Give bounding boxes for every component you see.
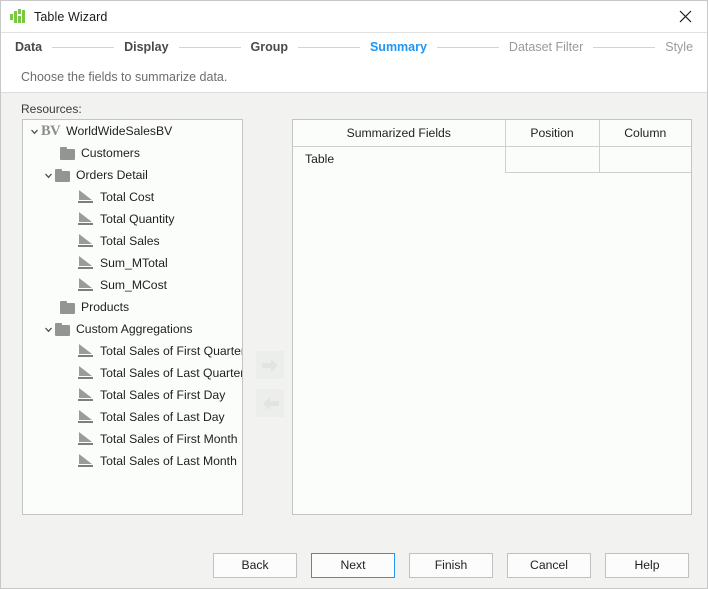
tree-item-label: Products [81, 300, 129, 314]
step-connector [593, 47, 655, 48]
tree-item-label: Total Cost [100, 190, 154, 204]
tree-item-label: Sum_MTotal [100, 256, 168, 270]
page-subtitle: Choose the fields to summarize data. [21, 70, 227, 84]
aggregation-icon [78, 212, 94, 226]
step-style[interactable]: Style [665, 40, 693, 54]
step-group[interactable]: Group [251, 40, 289, 54]
table-header-row: Summarized Fields Position Column [293, 120, 691, 146]
chevron-down-icon[interactable] [42, 318, 55, 340]
tree-item-worldwidesalesbv[interactable]: BV WorldWideSalesBV [23, 120, 242, 142]
tree-item-label: Total Sales [100, 234, 160, 248]
next-button[interactable]: Next [311, 553, 395, 578]
wizard-steps-bar: Data Display Group Summary Dataset Filte… [1, 33, 707, 61]
folder-icon [60, 301, 75, 314]
close-icon[interactable] [663, 1, 707, 32]
add-field-button[interactable] [256, 351, 284, 379]
tree-item-total-sales-of-first-month[interactable]: Total Sales of First Month [23, 428, 242, 450]
resources-tree[interactable]: BV WorldWideSalesBV Customers Orders Det… [22, 119, 243, 515]
tree-item-total-sales-of-first-quarter[interactable]: Total Sales of First Quarter [23, 340, 242, 362]
back-button[interactable]: Back [213, 553, 297, 578]
window-title: Table Wizard [34, 10, 107, 24]
resources-label: Resources: [21, 102, 82, 116]
arrow-left-icon [262, 396, 279, 411]
step-connector [298, 47, 360, 48]
tree-item-total-sales-of-last-day[interactable]: Total Sales of Last Day [23, 406, 242, 428]
chevron-down-icon[interactable] [42, 164, 55, 186]
tree-item-label: Total Sales of Last Quarter [100, 366, 243, 380]
chevron-down-icon[interactable] [28, 120, 41, 142]
aggregation-icon [78, 256, 94, 270]
column-header-summarized-fields[interactable]: Summarized Fields [293, 120, 505, 146]
cancel-button[interactable]: Cancel [507, 553, 591, 578]
tree-item-orders-detail[interactable]: Orders Detail [23, 164, 242, 186]
aggregation-icon [78, 366, 94, 380]
remove-field-button[interactable] [256, 389, 284, 417]
step-data[interactable]: Data [15, 40, 42, 54]
step-display[interactable]: Display [124, 40, 168, 54]
step-summary[interactable]: Summary [370, 40, 427, 54]
business-view-icon: BV [41, 123, 60, 140]
table-wizard-window: Table Wizard Data Display Group Summary … [0, 0, 708, 589]
tree-item-label: Total Sales of First Quarter [100, 344, 243, 358]
tree-item-label: Custom Aggregations [76, 322, 193, 336]
summarized-fields-panel[interactable]: Summarized Fields Position Column Table [292, 119, 692, 515]
tree-item-sum-mtotal[interactable]: Sum_MTotal [23, 252, 242, 274]
arrow-right-icon [262, 358, 279, 373]
folder-icon [60, 147, 75, 160]
cell-column[interactable] [599, 146, 691, 172]
tree-item-label: Total Quantity [100, 212, 175, 226]
title-bar: Table Wizard [1, 1, 707, 32]
tree-item-total-sales-of-last-month[interactable]: Total Sales of Last Month [23, 450, 242, 472]
wizard-body: Resources: BV WorldWideSalesBV Customers… [1, 93, 707, 542]
footer-buttons: Back Next Finish Cancel Help [1, 542, 707, 588]
aggregation-icon [78, 190, 94, 204]
summarized-fields-table: Summarized Fields Position Column Table [293, 120, 692, 173]
aggregation-icon [78, 454, 94, 468]
aggregation-icon [78, 432, 94, 446]
step-connector [179, 47, 241, 48]
tree-item-label: Total Sales of First Day [100, 388, 225, 402]
wizard-steps: Data Display Group Summary Dataset Filte… [1, 33, 707, 61]
tree-item-total-sales-of-first-day[interactable]: Total Sales of First Day [23, 384, 242, 406]
aggregation-icon [78, 234, 94, 248]
tree-item-sum-mcost[interactable]: Sum_MCost [23, 274, 242, 296]
cell-position[interactable] [505, 146, 599, 172]
folder-icon [55, 169, 70, 182]
tree-item-label: Orders Detail [76, 168, 148, 182]
finish-button[interactable]: Finish [409, 553, 493, 578]
tree-item-total-sales-of-last-quarter[interactable]: Total Sales of Last Quarter [23, 362, 242, 384]
tree-item-label: Customers [81, 146, 140, 160]
step-connector [52, 47, 114, 48]
tree-item-total-quantity[interactable]: Total Quantity [23, 208, 242, 230]
tree-item-label: WorldWideSalesBV [66, 124, 172, 138]
cell-summarized-field[interactable]: Table [293, 146, 505, 172]
help-button[interactable]: Help [605, 553, 689, 578]
tree-item-customers[interactable]: Customers [23, 142, 242, 164]
tree-item-label: Total Sales of First Month [100, 432, 238, 446]
tree-item-total-cost[interactable]: Total Cost [23, 186, 242, 208]
aggregation-icon [78, 278, 94, 292]
tree-item-total-sales[interactable]: Total Sales [23, 230, 242, 252]
step-connector [437, 47, 499, 48]
aggregation-icon [78, 344, 94, 358]
tree-item-products[interactable]: Products [23, 296, 242, 318]
subtitle-row: Choose the fields to summarize data. [1, 61, 707, 92]
aggregation-icon [78, 410, 94, 424]
column-header-column[interactable]: Column [599, 120, 691, 146]
tree-item-label: Sum_MCost [100, 278, 167, 292]
folder-icon [55, 323, 70, 336]
tree-item-label: Total Sales of Last Month [100, 454, 237, 468]
table-row[interactable]: Table [293, 146, 691, 172]
bar-chart-icon [10, 9, 26, 25]
tree-item-custom-aggregations[interactable]: Custom Aggregations [23, 318, 242, 340]
step-dataset-filter[interactable]: Dataset Filter [509, 40, 583, 54]
aggregation-icon [78, 388, 94, 402]
column-header-position[interactable]: Position [505, 120, 599, 146]
tree-item-label: Total Sales of Last Day [100, 410, 225, 424]
